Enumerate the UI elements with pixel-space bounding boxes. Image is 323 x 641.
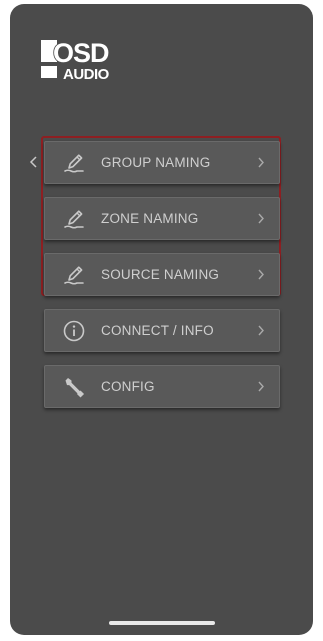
zone-naming-button[interactable]: ZONE NAMING [44, 197, 280, 240]
pencil-icon [61, 150, 87, 176]
svg-text:OSD: OSD [53, 38, 109, 68]
source-naming-button[interactable]: SOURCE NAMING [44, 253, 280, 296]
chevron-right-icon [257, 212, 265, 225]
source-naming-label: SOURCE NAMING [101, 267, 220, 282]
connect-info-button[interactable]: CONNECT / INFO [44, 309, 280, 352]
info-circle-icon [61, 318, 87, 344]
app-screen: OSD AUDIO GROUP NAMING ZONE NAMING SOURC… [10, 4, 313, 635]
wrench-icon [61, 374, 87, 400]
home-indicator[interactable] [109, 621, 215, 625]
osd-audio-logo: OSD AUDIO [41, 38, 121, 82]
svg-text:AUDIO: AUDIO [63, 66, 110, 82]
config-button[interactable]: CONFIG [44, 365, 280, 408]
chevron-right-icon [257, 380, 265, 393]
main-menu: GROUP NAMING ZONE NAMING SOURCE NAMING C… [44, 141, 280, 421]
pencil-icon [61, 262, 87, 288]
pencil-icon [61, 206, 87, 232]
chevron-right-icon [257, 156, 265, 169]
group-naming-button[interactable]: GROUP NAMING [44, 141, 280, 184]
zone-naming-label: ZONE NAMING [101, 211, 199, 226]
chevron-right-icon [257, 324, 265, 337]
connect-info-label: CONNECT / INFO [101, 323, 214, 338]
chevron-left-icon[interactable] [29, 155, 39, 169]
group-naming-label: GROUP NAMING [101, 155, 211, 170]
chevron-right-icon [257, 268, 265, 281]
config-label: CONFIG [101, 379, 155, 394]
